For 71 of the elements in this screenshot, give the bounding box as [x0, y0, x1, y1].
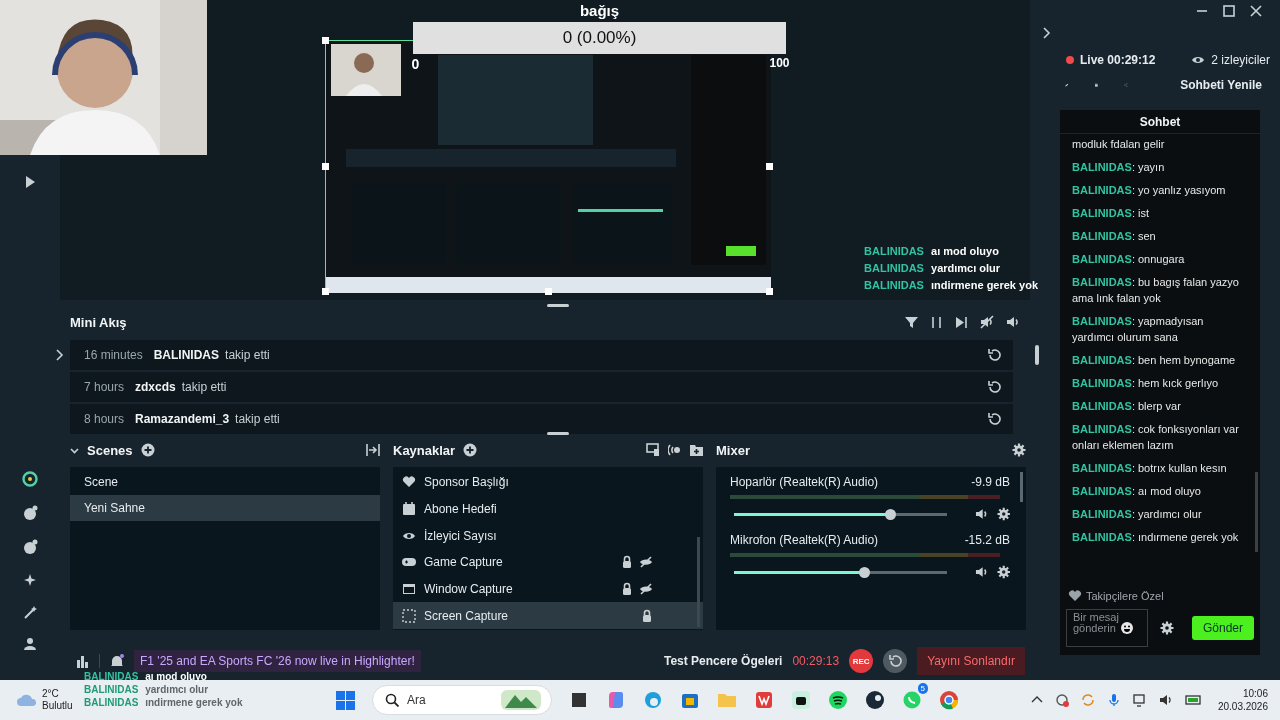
panel-title: Mini Akış	[70, 314, 127, 330]
chat-message: BALINIDAS: onnugara	[1072, 252, 1186, 267]
db-reading: -9.9 dB	[971, 475, 1010, 489]
test-widgets-link[interactable]: Test Pencere Ögeleri	[663, 654, 783, 668]
db-reading: -15.2 dB	[964, 533, 1010, 547]
stream-timer: 00:29:13	[792, 654, 840, 668]
chat-message: BALINIDAS: ındırmene gerek yok	[1072, 530, 1240, 545]
source-item[interactable]: Abone Hedefi	[393, 495, 703, 523]
chat-message: BALINIDAS: ben hem bynogame	[1072, 353, 1237, 368]
chat-message: BALINIDAS: aı mod oluyo	[1072, 484, 1202, 499]
event-user: Ramazandemi_3	[135, 412, 230, 426]
notification-badge: 5	[917, 683, 928, 694]
weather-label: Bulutlu	[42, 700, 73, 712]
source-item[interactable]: Sponsor Başlığı	[393, 469, 703, 496]
panel-title: Mixer	[716, 442, 750, 458]
chat-message: BALINIDAS: hem kıck gerlıyo	[1072, 376, 1220, 391]
viewer-count: 2 izleyiciler	[1211, 53, 1270, 67]
event-user: zdxcds	[135, 380, 176, 394]
overlay-message: BALINIDAS aı mod oluyo	[864, 244, 999, 259]
search-field[interactable]: Ara	[372, 685, 552, 715]
chat-message: BALINIDAS: sen	[1072, 229, 1157, 244]
temperature: 2°C	[42, 688, 60, 700]
scene-item[interactable]: Scene	[70, 469, 380, 495]
clock-time: 10:06	[1242, 687, 1268, 700]
channel-name: Hoparlör (Realtek(R) Audio)	[730, 475, 879, 489]
chat-message: BALINIDAS: botrıx kullan kesın	[1072, 461, 1228, 476]
refresh-chat-link[interactable]: Sohbeti Yenile	[1180, 78, 1262, 92]
end-stream-button[interactable]: Yayını Sonlandır	[917, 647, 1025, 675]
chat-message: BALINIDAS: cok fonksıyonları var onları eklemen lazım	[1072, 422, 1240, 453]
channel-name: Mikrofon (Realtek(R) Audio)	[730, 533, 879, 547]
event-user: BALINIDAS	[153, 348, 220, 362]
record-button[interactable]: REC	[849, 649, 874, 673]
event-action: takip etti	[235, 412, 280, 426]
event-action: takip etti	[181, 380, 227, 394]
clock-date: 20.03.2026	[1217, 700, 1268, 713]
chat-mode-label: Takipçilere Özel	[1086, 590, 1164, 602]
source-item[interactable]: İzleyici Sayısı	[393, 522, 703, 550]
goal-max: 100	[769, 56, 790, 72]
overlay-message: BALINIDAS aı mod oluyo	[84, 670, 208, 683]
overlay-message: BALINIDAS ındirmene gerek yok	[864, 278, 1038, 293]
goal-title: bağış	[579, 2, 620, 21]
message-field[interactable]: Bir mesaj gönderin	[1066, 609, 1148, 647]
panel-title: Scenes	[87, 442, 133, 458]
search-input[interactable]: Ara	[405, 692, 495, 708]
message-input[interactable]: Bir mesaj gönderin	[1073, 610, 1119, 646]
event-time: 16 minutes	[84, 348, 143, 362]
chat-message: BALINIDAS: yapmadyısan yardımcı olurum sana	[1072, 314, 1205, 345]
overlay-message: BALINIDAS ındirmene gerek yok	[84, 696, 243, 709]
chat-message: BALINIDAS: bu bagış falan yazyo ama lınk falan yok	[1072, 275, 1240, 306]
chat-message: BALINIDAS: blerp var	[1072, 399, 1182, 414]
chat-message: modluk fdalan gelir	[1072, 137, 1166, 152]
chat-message: BALINIDAS: ist	[1072, 206, 1150, 221]
overlay-message: BALINIDAS yardımcı olur	[864, 261, 1001, 276]
source-item[interactable]: Game Capture	[393, 549, 703, 576]
live-timer: Live 00:29:12	[1080, 53, 1156, 67]
overlay-message: BALINIDAS yardımcı olur	[84, 683, 210, 696]
event-time: 8 hours	[84, 412, 125, 426]
chat-message: BALINIDAS: yayın	[1072, 160, 1166, 175]
event-action: takip etti	[225, 348, 270, 362]
chat-message: BALINIDAS: yardımcı olur	[1072, 507, 1203, 522]
event-time: 7 hours	[84, 380, 125, 394]
announcement-banner[interactable]: F1 '25 and EA Sports FC '26 now live in Highlighter!	[134, 650, 421, 672]
chat-message: BALINIDAS: yo yanlız yasıyom	[1072, 183, 1227, 198]
goal-min: 0	[411, 56, 420, 72]
source-item[interactable]: Screen Capture	[393, 602, 703, 630]
chat-title: Sohbet	[1060, 110, 1260, 134]
panel-title: Kaynaklar	[393, 442, 456, 458]
scene-item[interactable]: Yeni Sahne	[70, 495, 380, 521]
send-button[interactable]: Gönder	[1192, 616, 1254, 640]
source-item[interactable]: Window Capture	[393, 575, 703, 603]
goal-amount: 0 (0.00%)	[562, 28, 637, 48]
